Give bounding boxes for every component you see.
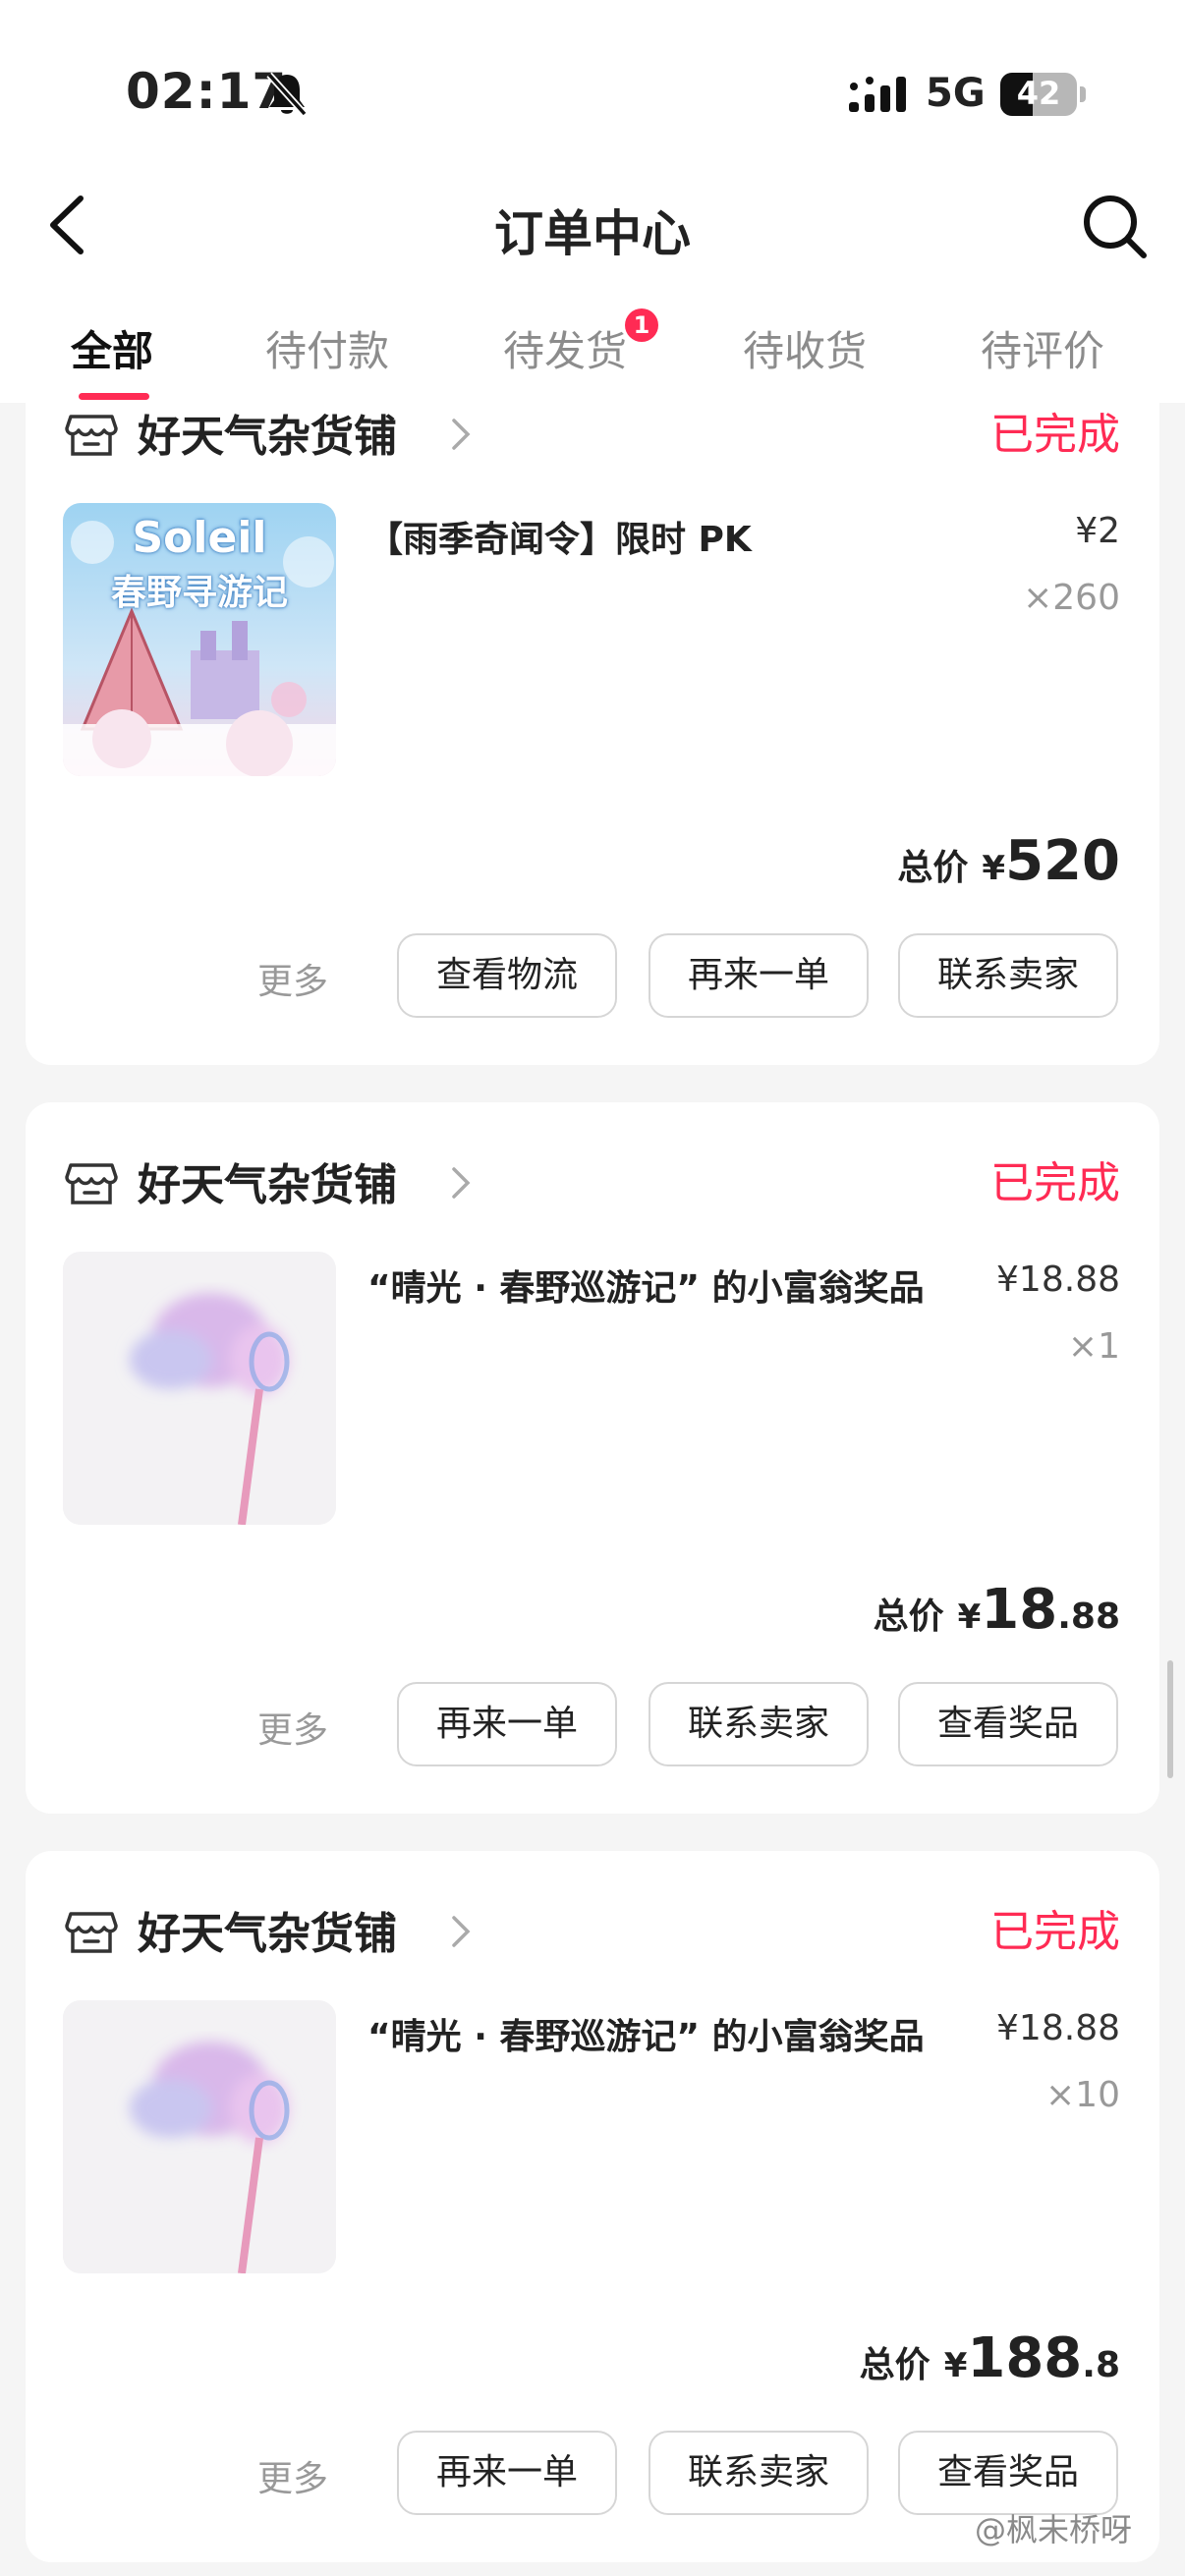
reorder-button[interactable]: 再来一单 <box>397 1682 617 1766</box>
product-thumbnail[interactable]: Soleil 春野寻游记 <box>63 503 336 776</box>
tab-pending-shipment[interactable]: 待发货 <box>503 318 627 378</box>
battery-percent: 42 <box>1016 75 1061 112</box>
tab-pending-receipt[interactable]: 待收货 <box>743 318 867 378</box>
reorder-button[interactable]: 再来一单 <box>649 933 869 1018</box>
product-quantity: ×260 <box>1023 578 1120 618</box>
tab-badge: 1 <box>625 308 658 342</box>
total-currency: ¥ <box>943 2346 968 2385</box>
total-amount-integer: 18 <box>981 1578 1058 1642</box>
total-amount-integer: 520 <box>1005 829 1120 893</box>
status-time: 02:17 <box>126 63 288 120</box>
product-thumbnail[interactable] <box>63 2000 336 2273</box>
order-status: 已完成 <box>990 1907 1120 1957</box>
battery-icon: 42 <box>1000 73 1077 116</box>
order-total: 总价 ¥18.88 <box>874 1578 1120 1642</box>
order-card[interactable]: 好天气杂货铺 已完成 “晴光 · 春野巡游记” 的小富翁奖品 ¥18.88 ×1… <box>26 1102 1159 1814</box>
top-area: 02:17 5G 42 订单中心 全部 待付款 待发货 1 待收货 待评价 <box>0 0 1185 403</box>
store-icon <box>65 1912 118 1953</box>
chevron-right-icon <box>452 419 471 450</box>
shop-name: 好天气杂货铺 <box>138 1909 397 1959</box>
contact-seller-button[interactable]: 联系卖家 <box>898 933 1118 1018</box>
product-name[interactable]: “晴光 · 春野巡游记” 的小富翁奖品 <box>367 2008 925 2059</box>
product-name[interactable]: 【雨季奇闻令】限时 PK <box>367 511 752 562</box>
product-thumbnail[interactable] <box>63 1252 336 1525</box>
view-prize-button[interactable]: 查看奖品 <box>898 2431 1118 2515</box>
view-prize-button[interactable]: 查看奖品 <box>898 1682 1118 1766</box>
product-name[interactable]: “晴光 · 春野巡游记” 的小富翁奖品 <box>367 1260 925 1311</box>
search-icon[interactable] <box>1079 191 1150 261</box>
network-type: 5G <box>926 71 986 116</box>
contact-seller-button[interactable]: 联系卖家 <box>649 1682 869 1766</box>
product-quantity: ×1 <box>1067 1326 1120 1367</box>
order-total: 总价 ¥520 <box>897 829 1120 893</box>
chevron-right-icon <box>452 1167 471 1199</box>
product-price: ¥18.88 <box>996 1260 1120 1300</box>
order-card[interactable]: 好天气杂货铺 已完成 “晴光 · 春野巡游记” 的小富翁奖品 ¥18.88 ×1… <box>26 1851 1159 2562</box>
reorder-button[interactable]: 再来一单 <box>397 2431 617 2515</box>
more-button[interactable]: 更多 <box>257 1702 328 1753</box>
contact-seller-button[interactable]: 联系卖家 <box>649 2431 869 2515</box>
total-label: 总价 <box>873 1596 944 1637</box>
total-currency: ¥ <box>957 1597 982 1637</box>
total-currency: ¥ <box>982 849 1006 888</box>
shop-name: 好天气杂货铺 <box>138 1160 397 1210</box>
order-tabs: 全部 待付款 待发货 1 待收货 待评价 <box>0 305 1185 403</box>
more-button[interactable]: 更多 <box>257 953 328 1004</box>
scrollbar[interactable] <box>1167 1660 1173 1778</box>
cellular-signal-icon <box>849 77 906 112</box>
thumbnail-subtitle: 春野寻游记 <box>110 573 288 613</box>
more-button[interactable]: 更多 <box>257 2450 328 2501</box>
tab-pending-review[interactable]: 待评价 <box>981 318 1104 378</box>
tab-active-indicator <box>79 393 149 400</box>
thumbnail-title: Soleil <box>132 513 267 563</box>
product-quantity: ×10 <box>1045 2075 1120 2115</box>
page-title: 订单中心 <box>494 205 691 262</box>
mute-bell-icon <box>266 72 308 117</box>
nav-bar: 订单中心 <box>0 177 1185 275</box>
product-price: ¥2 <box>1075 511 1120 551</box>
watermark: @枫未桥呀 <box>975 2511 1133 2548</box>
order-status: 已完成 <box>990 410 1120 460</box>
total-amount-decimal: .8 <box>1082 2345 1120 2385</box>
order-card[interactable]: 好天气杂货铺 已完成 Soleil 春野寻游记 【雨季奇闻令】限时 PK ¥2 … <box>26 314 1159 1065</box>
bubble-wand-image <box>63 1252 336 1525</box>
tab-pending-payment[interactable]: 待付款 <box>265 318 389 378</box>
store-icon <box>65 1163 118 1204</box>
total-amount-decimal: .88 <box>1057 1596 1120 1637</box>
view-logistics-button[interactable]: 查看物流 <box>397 933 617 1018</box>
bubble-wand-image <box>63 2000 336 2273</box>
store-icon <box>65 415 118 456</box>
chevron-right-icon <box>452 1916 471 1947</box>
order-status: 已完成 <box>990 1158 1120 1208</box>
total-label: 总价 <box>897 848 969 888</box>
order-total: 总价 ¥188.8 <box>860 2326 1120 2390</box>
total-amount-integer: 188 <box>967 2326 1083 2390</box>
product-price: ¥18.88 <box>996 2008 1120 2048</box>
shop-name: 好天气杂货铺 <box>138 412 397 462</box>
tab-all[interactable]: 全部 <box>71 318 153 378</box>
battery-cap <box>1080 86 1086 102</box>
total-label: 总价 <box>859 2345 931 2385</box>
status-bar: 02:17 5G 42 <box>0 0 1185 187</box>
